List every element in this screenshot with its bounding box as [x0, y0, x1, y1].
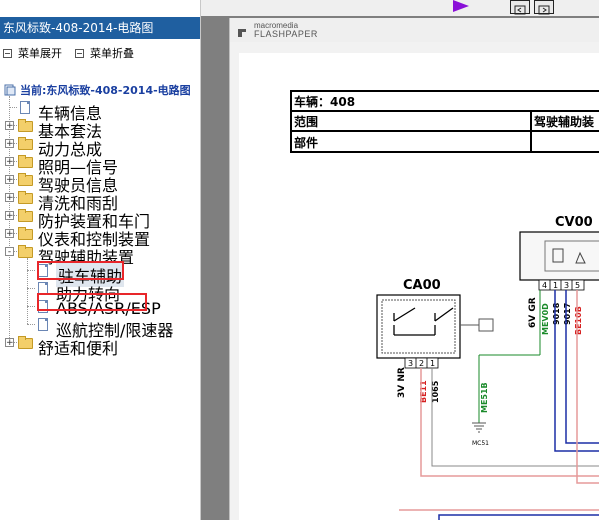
- tree-folder-item[interactable]: + 清洗和雨刮: [0, 188, 198, 213]
- wire-label-me51b: ME51B: [480, 382, 489, 413]
- tree-connector: [27, 270, 35, 271]
- ground-symbol: [472, 422, 486, 433]
- flashpaper-logo-icon: [236, 24, 248, 37]
- next-page-button[interactable]: [534, 0, 554, 15]
- flashpaper-viewer[interactable]: macromedia FLASHPAPER 车辆：408 范围 驾驶辅助装 部件…: [229, 18, 599, 520]
- document-page: 车辆：408 范围 驾驶辅助装 部件 CA00 3 2 1 3V NR BE11…: [239, 53, 599, 520]
- component-ca00-box: [376, 294, 461, 359]
- tree-folder-item[interactable]: + 驾驶员信息: [0, 170, 198, 195]
- viewer-panel: macromedia FLASHPAPER 车辆：408 范围 驾驶辅助装 部件…: [201, 0, 599, 520]
- expand-node-icon[interactable]: +: [5, 121, 14, 131]
- ca00-connector-icon: [460, 318, 494, 332]
- menu-bar: 菜单展开 菜单折叠: [0, 44, 200, 62]
- collapse-node-icon[interactable]: -: [5, 247, 14, 257]
- cv00-pin-1: 1: [553, 281, 558, 290]
- ca00-pin-1: 1: [430, 359, 435, 368]
- prev-page-icon: [514, 5, 526, 15]
- table-row-component: 部件: [294, 135, 318, 150]
- highlight-box: [37, 261, 124, 280]
- component-cv00-box: [519, 231, 599, 281]
- cv00-pin-4: 4: [542, 281, 547, 290]
- panel-title: 东风标致-408-2014-电路图: [0, 17, 200, 39]
- folder-icon: [18, 191, 33, 204]
- wire-label-be10b: BE10B: [574, 306, 583, 335]
- folder-icon: [18, 173, 33, 186]
- ca00-pin-3: 3: [408, 359, 413, 368]
- expand-node-icon[interactable]: +: [5, 139, 14, 149]
- expand-node-icon[interactable]: +: [5, 338, 14, 348]
- tree-connector: [27, 306, 35, 307]
- expand-node-icon[interactable]: +: [5, 211, 14, 221]
- tree-connector: [9, 107, 17, 108]
- expand-node-icon[interactable]: +: [5, 229, 14, 239]
- tree-folder-item[interactable]: + 基本套法: [0, 116, 198, 141]
- expand-node-icon[interactable]: +: [5, 193, 14, 203]
- tree-page-item[interactable]: 车辆信息: [0, 98, 198, 123]
- expand-node-icon[interactable]: +: [5, 175, 14, 185]
- ca00-pin-2: 2: [419, 359, 424, 368]
- tree-item-label: 舒适和便利: [38, 339, 119, 358]
- tree-connector: [27, 324, 35, 325]
- tree-folder-item[interactable]: + 照明—信号: [0, 152, 198, 177]
- folder-icon: [18, 227, 33, 240]
- wire-label-3vnr: 3V NR: [397, 367, 407, 398]
- tree-folder-item[interactable]: + 动力总成: [0, 134, 198, 159]
- flashpaper-header: macromedia FLASHPAPER: [230, 18, 599, 42]
- collapse-icon: [75, 48, 84, 58]
- brand-bottom: FLASHPAPER: [254, 29, 318, 39]
- navigation-panel: 东风标致-408-2014-电路图 菜单展开 菜单折叠 当前:东风标致-408-…: [0, 0, 201, 520]
- folder-icon: [18, 245, 33, 258]
- play-icon[interactable]: [453, 0, 469, 12]
- wire-label-9017: 9017: [563, 303, 572, 325]
- cv00-pin-5: 5: [575, 281, 580, 290]
- wire-label-mev0d: MEV0D: [541, 303, 550, 335]
- wiring-diagram: 车辆：408 范围 驾驶辅助装 部件 CA00 3 2 1 3V NR BE11…: [290, 90, 599, 520]
- collapse-menu-label: 菜单折叠: [90, 47, 134, 60]
- folder-icon: [18, 155, 33, 168]
- collapse-menu-button[interactable]: 菜单折叠: [75, 45, 134, 61]
- expand-icon: [3, 48, 12, 58]
- tree-folder-item[interactable]: + 防护装置和车门: [0, 206, 198, 231]
- prev-page-button[interactable]: [510, 0, 530, 15]
- component-cv00-label: CV00: [555, 215, 593, 230]
- wire-label-6vgr: 6V GR: [528, 297, 538, 328]
- folder-icon: [18, 137, 33, 150]
- cv00-pin-3: 3: [564, 281, 569, 290]
- viewer-toolbar: [201, 0, 599, 16]
- expand-menu-label: 菜单展开: [18, 47, 62, 60]
- expand-node-icon[interactable]: +: [5, 157, 14, 167]
- folder-icon: [18, 336, 33, 349]
- ground-label: MC51: [472, 440, 489, 447]
- document-root-icon: [4, 81, 16, 96]
- next-page-icon: [538, 5, 550, 15]
- folder-icon: [18, 209, 33, 222]
- tree-folder-item[interactable]: - 驾驶辅助装置: [0, 242, 198, 267]
- page-icon: [20, 101, 30, 114]
- tree-folder-item[interactable]: + 仪表和控制装置: [0, 224, 198, 249]
- page-icon: [38, 318, 48, 331]
- folder-icon: [18, 119, 33, 132]
- switch-symbol: [393, 307, 454, 336]
- table-row-range-value: 驾驶辅助装: [533, 114, 594, 129]
- current-document-link[interactable]: 当前:东风标致-408-2014-电路图: [20, 82, 191, 98]
- expand-menu-button[interactable]: 菜单展开: [3, 45, 62, 61]
- highlight-box: [37, 293, 147, 311]
- tree-folder-item[interactable]: + 舒适和便利: [0, 333, 198, 358]
- component-ca00-label: CA00: [403, 278, 441, 293]
- tree-connector: [27, 288, 35, 289]
- table-row-range: 范围: [294, 114, 318, 129]
- tree-page-item[interactable]: 巡航控制/限速器: [0, 315, 198, 340]
- table-row-vehicle: 车辆：408: [294, 94, 355, 109]
- wire-label-9018: 9018: [552, 302, 561, 325]
